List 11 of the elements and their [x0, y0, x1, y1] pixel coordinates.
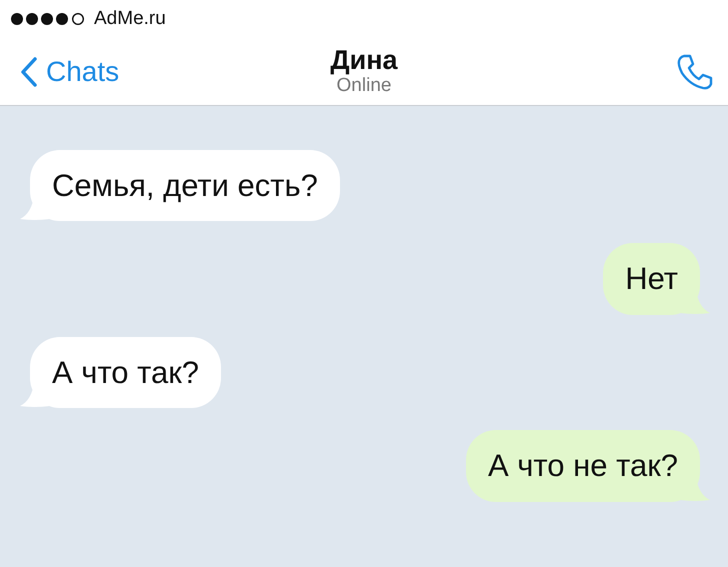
phone-icon[interactable]	[676, 52, 714, 90]
outgoing-message: А что не так?	[466, 430, 700, 502]
contact-name: Дина	[330, 46, 398, 76]
incoming-message: А что так?	[30, 336, 222, 408]
incoming-message: Семья, дети есть?	[30, 150, 340, 222]
contact-status: Online	[336, 76, 392, 97]
back-button[interactable]: Chats	[0, 50, 120, 92]
outgoing-message: Нет	[603, 243, 700, 315]
signal-icon	[10, 12, 86, 26]
back-chevron-icon	[20, 56, 38, 88]
carrier-name: AdMe.ru	[94, 6, 166, 31]
